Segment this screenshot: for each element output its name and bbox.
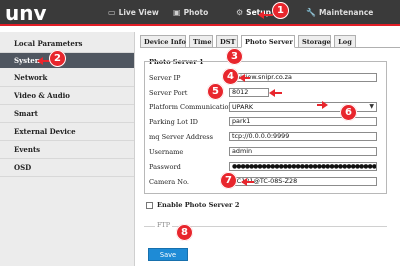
- sidebar-item-system[interactable]: System: [0, 53, 134, 68]
- nav-photo-label: Photo: [183, 8, 209, 17]
- camera-no-label: Camera No.: [149, 178, 190, 186]
- annotation-badge-8: 8: [176, 224, 193, 241]
- server-ip-label: Server IP: [149, 74, 181, 82]
- tab-log[interactable]: Log: [334, 35, 356, 48]
- annotation-arrow: [239, 74, 250, 82]
- nav-setup[interactable]: ⚙Setup: [236, 0, 271, 26]
- settings-sidebar: Local Parameters System Network Video & …: [0, 32, 135, 266]
- enable-photo-server-2-label: Enable Photo Server 2: [157, 201, 240, 209]
- sidebar-divider: [0, 104, 134, 105]
- tab-photo-server[interactable]: Photo Server: [241, 35, 295, 48]
- server-port-input[interactable]: 8012: [229, 88, 269, 97]
- tab-bar: Device Info Time DST Photo Server Storag…: [140, 35, 400, 48]
- mq-server-address-label: mq Server Address: [149, 133, 214, 141]
- sidebar-item-events[interactable]: Events: [0, 142, 134, 157]
- tab-storage[interactable]: Storage: [298, 35, 331, 48]
- save-button[interactable]: Save: [148, 248, 188, 261]
- top-navigation-bar: unv ▭Live View ▣Photo ⚙Setup 🔧Maintenanc…: [0, 0, 400, 26]
- annotation-badge-2: 2: [49, 50, 66, 67]
- sidebar-item-network[interactable]: Network: [0, 70, 134, 85]
- annotation-badge-7: 7: [220, 172, 237, 189]
- sidebar-item-external-device[interactable]: External Device: [0, 124, 134, 139]
- sidebar-divider: [0, 86, 134, 87]
- tab-time[interactable]: Time: [189, 35, 213, 48]
- parking-lot-id-input[interactable]: park1: [229, 117, 377, 126]
- annotation-arrow: [241, 178, 254, 186]
- enable-photo-server-2-checkbox[interactable]: [146, 202, 153, 209]
- parking-lot-id-label: Parking Lot ID: [149, 118, 198, 126]
- nav-maintenance[interactable]: 🔧 Maintenance: [306, 0, 373, 26]
- nav-live-view[interactable]: ▭ Live View: [108, 0, 159, 26]
- ftp-label: FTP: [155, 221, 172, 229]
- password-label: Password: [149, 163, 181, 171]
- username-input[interactable]: admin: [229, 147, 377, 156]
- annotation-badge-6: 6: [340, 104, 357, 121]
- sidebar-item-video-audio[interactable]: Video & Audio: [0, 88, 134, 103]
- picture-icon: ▣: [173, 8, 181, 17]
- password-input[interactable]: ●●●●●●●●●●●●●●●●●●●●●●●●●●●●●●●●●●: [229, 162, 377, 171]
- sidebar-item-smart[interactable]: Smart: [0, 106, 134, 121]
- annotation-badge-5: 5: [207, 83, 224, 100]
- annotation-arrow: [258, 11, 273, 19]
- sidebar-item-local-parameters[interactable]: Local Parameters: [0, 36, 134, 51]
- nav-live-view-label: Live View: [118, 8, 159, 17]
- chevron-down-icon: ▼: [369, 103, 374, 110]
- annotation-arrow: [317, 104, 325, 106]
- sidebar-divider: [0, 140, 134, 141]
- annotation-badge-4: 4: [222, 68, 239, 85]
- sidebar-item-osd[interactable]: OSD: [0, 160, 134, 175]
- nav-maintenance-label: Maintenance: [318, 8, 374, 17]
- tab-device-info[interactable]: Device Info: [140, 35, 186, 48]
- unv-logo: unv: [5, 1, 47, 25]
- server-ip-input[interactable]: uniview.snipr.co.za: [229, 73, 377, 82]
- gear-icon: ⚙: [236, 8, 244, 17]
- sidebar-divider: [0, 176, 134, 177]
- username-label: Username: [149, 148, 184, 156]
- annotation-badge-1: 1: [272, 2, 289, 19]
- server-port-label: Server Port: [149, 89, 188, 97]
- sidebar-divider: [0, 122, 134, 123]
- annotation-badge-3: 3: [226, 48, 243, 65]
- wrench-icon: 🔧: [306, 8, 316, 17]
- sidebar-divider: [0, 158, 134, 159]
- monitor-icon: ▭: [108, 8, 116, 17]
- tab-dst[interactable]: DST: [216, 35, 238, 48]
- platform-communication-type-value: UPARK: [232, 103, 254, 111]
- mq-server-address-input[interactable]: tcp://0.0.0.0:9999: [229, 132, 377, 141]
- nav-photo[interactable]: ▣ Photo: [173, 0, 208, 26]
- annotation-arrow: [269, 89, 282, 97]
